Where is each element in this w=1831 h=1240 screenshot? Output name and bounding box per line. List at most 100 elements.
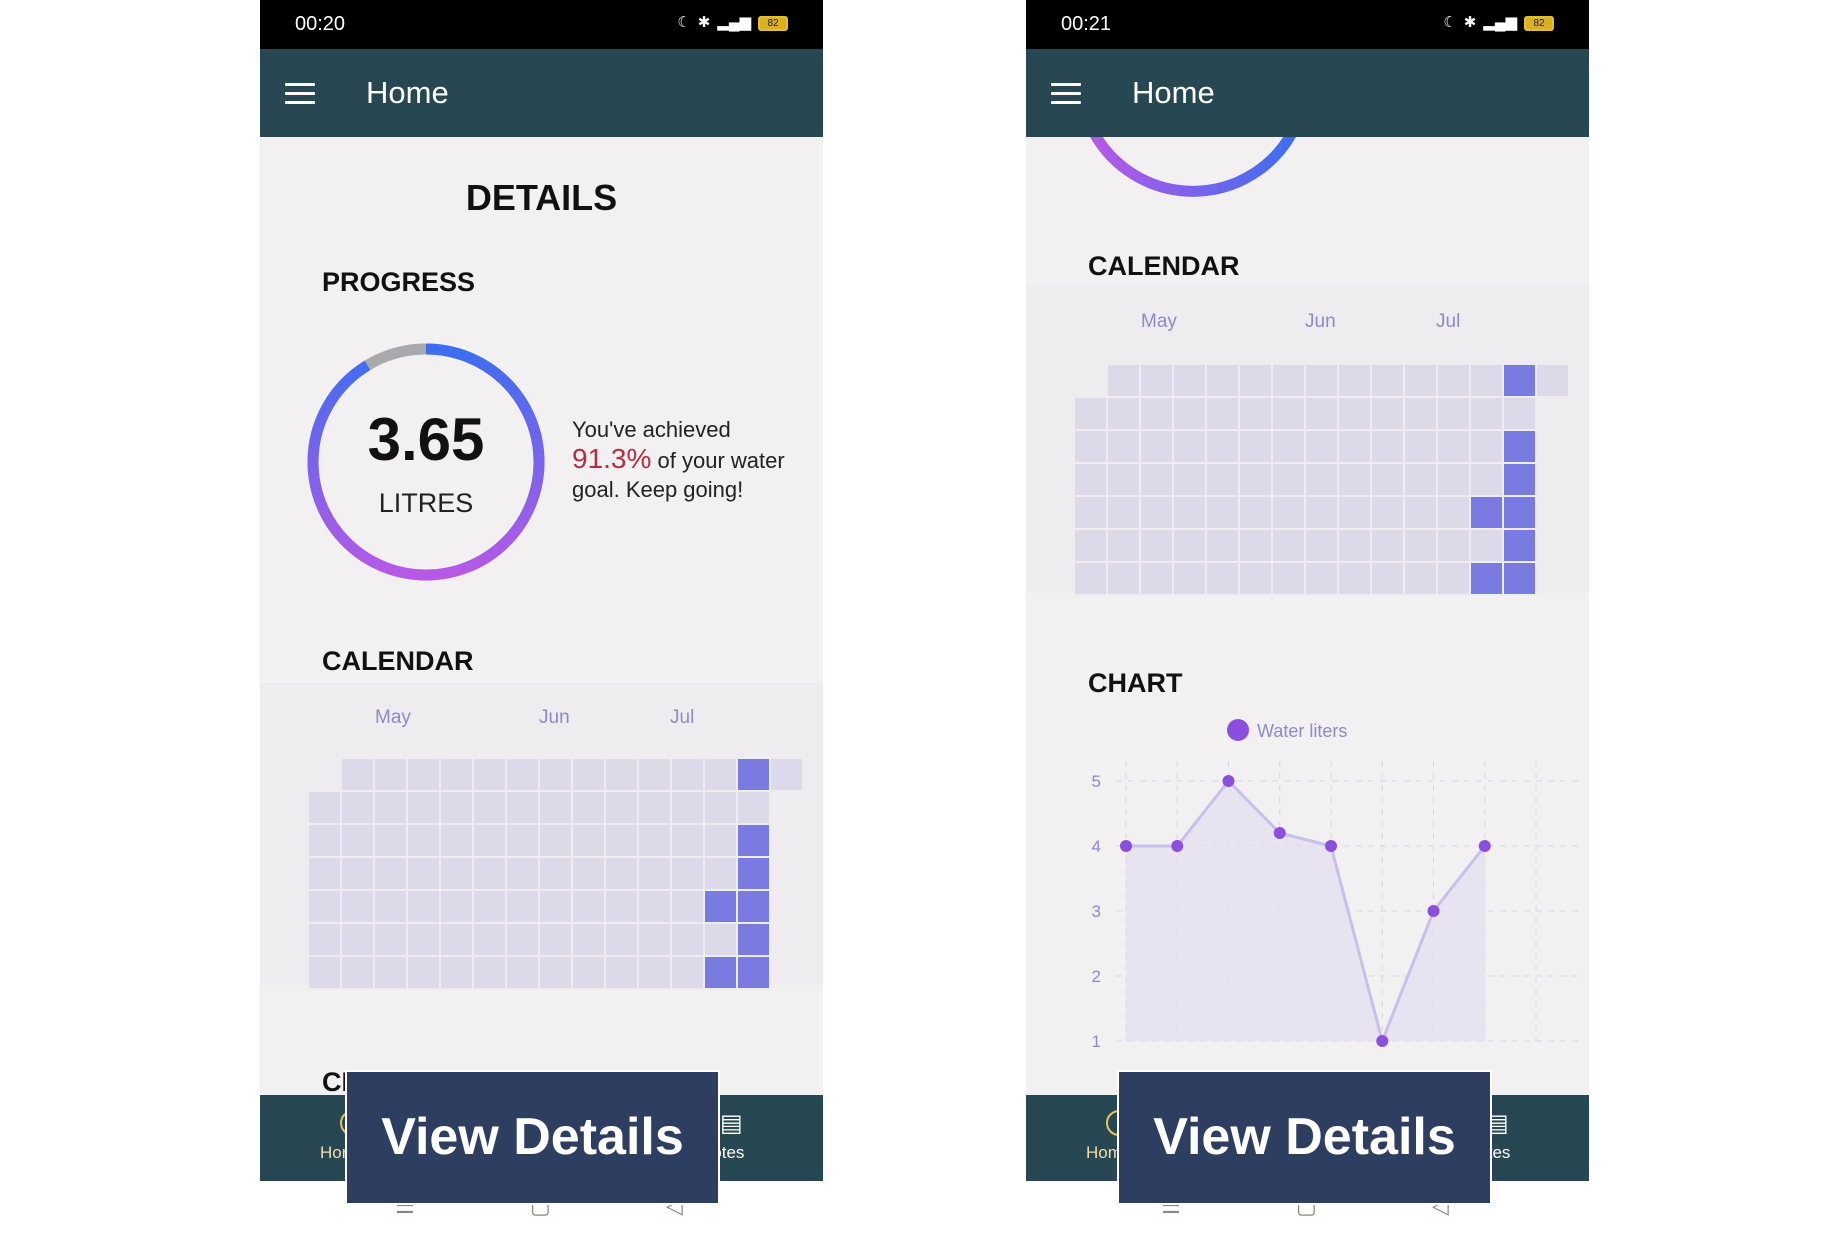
calendar-day-cell[interactable] xyxy=(1405,431,1438,464)
calendar-day-cell[interactable] xyxy=(540,792,573,825)
calendar-day-cell[interactable] xyxy=(606,957,639,990)
calendar-day-cell[interactable] xyxy=(540,891,573,924)
calendar-day-cell[interactable] xyxy=(507,759,540,792)
calendar-day-cell[interactable] xyxy=(1504,398,1537,431)
calendar-day-cell[interactable] xyxy=(408,891,441,924)
calendar-day-cell[interactable] xyxy=(1174,365,1207,398)
calendar-day-cell[interactable] xyxy=(738,924,771,957)
calendar-day-cell[interactable] xyxy=(309,891,342,924)
calendar-day-cell[interactable] xyxy=(639,891,672,924)
calendar-day-cell[interactable] xyxy=(1207,530,1240,563)
calendar-day-cell[interactable] xyxy=(507,957,540,990)
calendar-day-cell[interactable] xyxy=(474,957,507,990)
calendar-day-cell[interactable] xyxy=(1207,398,1240,431)
calendar-day-cell[interactable] xyxy=(441,858,474,891)
calendar-day-cell[interactable] xyxy=(1471,497,1504,530)
calendar-day-cell[interactable] xyxy=(573,792,606,825)
calendar-day-cell[interactable] xyxy=(672,792,705,825)
calendar-day-cell[interactable] xyxy=(1240,563,1273,596)
calendar-day-cell[interactable] xyxy=(1372,365,1405,398)
view-details-button[interactable]: View Details xyxy=(345,1070,720,1205)
calendar-day-cell[interactable] xyxy=(507,825,540,858)
calendar-day-cell[interactable] xyxy=(1141,398,1174,431)
view-details-button[interactable]: View Details xyxy=(1117,1070,1492,1205)
calendar-day-cell[interactable] xyxy=(1273,497,1306,530)
calendar-day-cell[interactable] xyxy=(408,825,441,858)
calendar-day-cell[interactable] xyxy=(1240,530,1273,563)
calendar-day-cell[interactable] xyxy=(1471,431,1504,464)
calendar-day-cell[interactable] xyxy=(1141,464,1174,497)
calendar-day-cell[interactable] xyxy=(342,858,375,891)
notes-icon[interactable]: ▤ xyxy=(720,1109,743,1138)
calendar-day-cell[interactable] xyxy=(1174,398,1207,431)
calendar-day-cell[interactable] xyxy=(441,957,474,990)
calendar-day-cell[interactable] xyxy=(573,759,606,792)
calendar-day-cell[interactable] xyxy=(1504,464,1537,497)
calendar-day-cell[interactable] xyxy=(1174,497,1207,530)
calendar-day-cell[interactable] xyxy=(705,924,738,957)
calendar-day-cell[interactable] xyxy=(1273,431,1306,464)
calendar-day-cell[interactable] xyxy=(1339,431,1372,464)
calendar-day-cell[interactable] xyxy=(672,825,705,858)
calendar-day-cell[interactable] xyxy=(1438,398,1471,431)
calendar-day-cell[interactable] xyxy=(1438,431,1471,464)
menu-icon[interactable] xyxy=(285,83,315,105)
calendar-day-cell[interactable] xyxy=(1207,497,1240,530)
calendar-day-cell[interactable] xyxy=(1075,530,1108,563)
calendar-day-cell[interactable] xyxy=(375,792,408,825)
calendar-day-cell[interactable] xyxy=(1207,431,1240,464)
calendar-day-cell[interactable] xyxy=(1207,365,1240,398)
calendar-day-cell[interactable] xyxy=(507,924,540,957)
calendar-day-cell[interactable] xyxy=(1108,464,1141,497)
calendar-day-cell[interactable] xyxy=(705,858,738,891)
calendar-day-cell[interactable] xyxy=(672,759,705,792)
calendar-day-cell[interactable] xyxy=(1339,398,1372,431)
calendar-day-cell[interactable] xyxy=(606,759,639,792)
calendar-day-cell[interactable] xyxy=(441,759,474,792)
calendar-day-cell[interactable] xyxy=(606,858,639,891)
calendar-day-cell[interactable] xyxy=(342,759,375,792)
calendar-day-cell[interactable] xyxy=(309,792,342,825)
calendar-day-cell[interactable] xyxy=(1306,530,1339,563)
calendar-day-cell[interactable] xyxy=(375,858,408,891)
calendar-day-cell[interactable] xyxy=(705,825,738,858)
calendar-day-cell[interactable] xyxy=(1405,497,1438,530)
calendar-day-cell[interactable] xyxy=(540,924,573,957)
calendar-day-cell[interactable] xyxy=(639,924,672,957)
calendar-day-cell[interactable] xyxy=(375,891,408,924)
calendar-day-cell[interactable] xyxy=(1273,398,1306,431)
calendar-day-cell[interactable] xyxy=(375,825,408,858)
calendar-day-cell[interactable] xyxy=(1108,398,1141,431)
calendar-day-cell[interactable] xyxy=(1207,464,1240,497)
calendar-day-cell[interactable] xyxy=(1141,563,1174,596)
calendar-day-cell[interactable] xyxy=(606,792,639,825)
calendar-day-cell[interactable] xyxy=(672,924,705,957)
calendar-day-cell[interactable] xyxy=(408,858,441,891)
calendar-day-cell[interactable] xyxy=(309,825,342,858)
calendar-day-cell[interactable] xyxy=(1339,365,1372,398)
calendar-day-cell[interactable] xyxy=(705,792,738,825)
calendar-day-cell[interactable] xyxy=(1240,365,1273,398)
calendar-day-cell[interactable] xyxy=(639,858,672,891)
main-content[interactable]: DETAILS PROGRESS 3.65 LITRES You've achi… xyxy=(260,137,823,1095)
calendar-day-cell[interactable] xyxy=(1240,464,1273,497)
calendar-day-cell[interactable] xyxy=(441,891,474,924)
calendar-day-cell[interactable] xyxy=(738,759,771,792)
calendar-day-cell[interactable] xyxy=(1141,365,1174,398)
calendar-day-cell[interactable] xyxy=(1339,497,1372,530)
calendar-day-cell[interactable] xyxy=(1306,431,1339,464)
calendar-day-cell[interactable] xyxy=(738,792,771,825)
calendar-day-cell[interactable] xyxy=(1141,431,1174,464)
calendar-day-cell[interactable] xyxy=(375,957,408,990)
calendar-day-cell[interactable] xyxy=(441,792,474,825)
calendar-day-cell[interactable] xyxy=(1306,563,1339,596)
calendar-day-cell[interactable] xyxy=(1438,464,1471,497)
calendar-day-cell[interactable] xyxy=(672,858,705,891)
calendar-day-cell[interactable] xyxy=(1372,398,1405,431)
calendar-day-cell[interactable] xyxy=(771,759,804,792)
calendar-day-cell[interactable] xyxy=(1471,563,1504,596)
calendar-day-cell[interactable] xyxy=(1174,530,1207,563)
calendar-day-cell[interactable] xyxy=(309,957,342,990)
calendar-day-cell[interactable] xyxy=(738,858,771,891)
calendar-day-cell[interactable] xyxy=(1405,530,1438,563)
